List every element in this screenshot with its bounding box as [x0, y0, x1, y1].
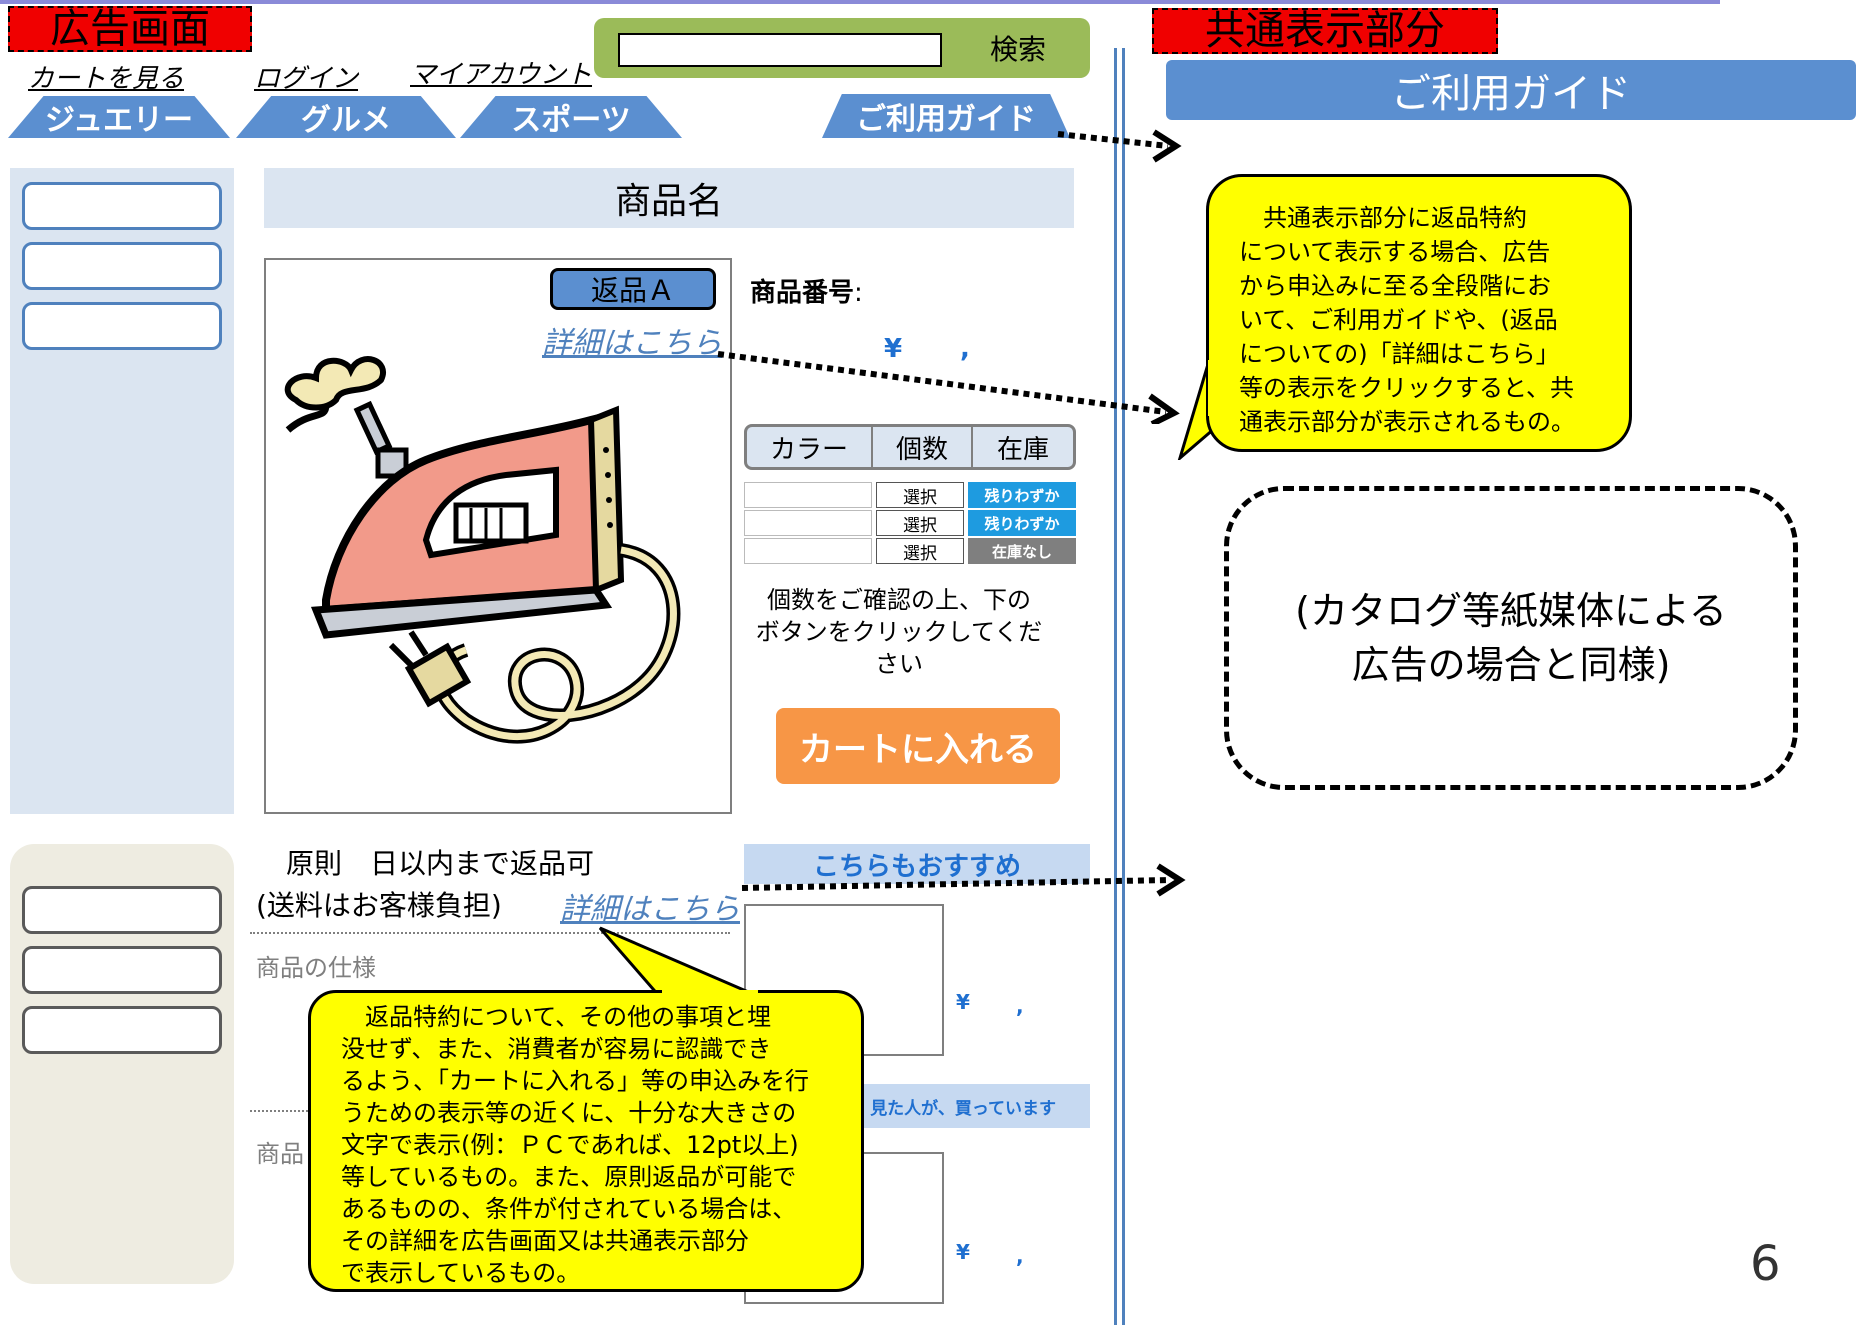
product-name-bar: 商品名 [264, 168, 1074, 228]
tab-gourmet-label: グルメ [301, 103, 391, 138]
header-stock: 在庫 [996, 434, 1049, 465]
callout-line: 等の表示をクリックすると、共 [1239, 374, 1575, 402]
return-a-label: 返品Ａ [590, 274, 675, 307]
tab-jewelry-label: ジュエリー [45, 103, 193, 138]
header-quantity: 個数 [873, 427, 973, 467]
callout-pointer-join [662, 990, 758, 996]
search-input[interactable] [618, 33, 942, 67]
also-bought-price-yen: ¥ [956, 1240, 970, 1264]
also-bought-label: 見た人が、買っています [870, 1098, 1056, 1119]
callout-pointer-join [1208, 360, 1214, 416]
option-row: 選択 在庫なし [744, 538, 1076, 564]
tab-sports[interactable]: スポーツ [460, 96, 682, 138]
product-number-colon: : [854, 278, 863, 308]
callout-line: で表示しているもの。 [341, 1259, 581, 1287]
recommend-price-yen: ¥ [956, 990, 970, 1014]
catalog-note-line: 広告の場合と同様) [1351, 643, 1671, 687]
common-display-label: 共通表示部分 [1152, 8, 1498, 54]
product-number-row: 商品番号: [750, 272, 863, 309]
header-color: カラー [747, 427, 873, 467]
arrow-return-detail [741, 863, 1186, 897]
stock-status: 残りわずか [968, 510, 1076, 536]
callout-line: 文字で表示(例：ＰＣであれば、12pt以上) [341, 1131, 799, 1159]
nav-link-login[interactable]: ログイン [254, 58, 358, 95]
product-detail-link[interactable]: 詳細はこちら [542, 318, 722, 362]
quantity-select[interactable]: 選択 [876, 510, 964, 536]
callout-line: るよう、「カートに入れる」等の申込みを行 [341, 1067, 809, 1095]
arrow-guide-tab [1057, 129, 1182, 163]
catalog-note-box: (カタログ等紙媒体による 広告の場合と同様) [1224, 486, 1798, 790]
stock-status: 残りわずか [968, 482, 1076, 508]
tab-sports-label: スポーツ [511, 103, 631, 138]
sidebar-menu-box[interactable] [22, 1006, 222, 1054]
recommend-price-comma: , [1016, 994, 1024, 1018]
callout-line: 返品特約について、その他の事項と埋 [341, 1003, 772, 1031]
color-cell [744, 482, 872, 508]
color-cell [744, 510, 872, 536]
callout-line: 等しているもの。また、原則返品が可能で [341, 1163, 797, 1191]
user-guide-header: ご利用ガイド [1166, 60, 1856, 120]
callout-line: うための表示等の近くに、十分な大きさの [341, 1099, 797, 1127]
product-name: 商品名 [614, 181, 723, 222]
sidebar-menu-box[interactable] [22, 242, 222, 290]
nav-link-my-account[interactable]: マイアカウント [410, 54, 592, 91]
return-policy-line2: (送料はお客様負担) [256, 889, 502, 922]
top-callout-text: 共通表示部分に返品特約 について表示する場合、広告 から申込みに至る全段階にお … [1239, 201, 1621, 439]
tab-user-guide-label: ご利用ガイド [856, 102, 1036, 137]
callout-line: 共通表示部分に返品特約 [1239, 204, 1527, 232]
search-button[interactable]: 検索 [990, 28, 1046, 68]
add-to-cart-button[interactable]: カートに入れる [776, 708, 1060, 784]
product-number-label: 商品番号 [750, 278, 855, 308]
tab-jewelry[interactable]: ジュエリー [8, 96, 230, 138]
confirm-instructions: 個数をご確認の上、下の ボタンをクリックしてください [744, 584, 1054, 680]
spec-label: 商品の仕様 [256, 954, 376, 982]
bottom-callout-text: 返品特約について、その他の事項と埋 没せず、また、消費者が容易に認識でき るよう… [341, 1001, 847, 1289]
return-policy-line1: 原則 日以内まで返品可 [286, 847, 595, 880]
quantity-select[interactable]: 選択 [876, 482, 964, 508]
tab-user-guide[interactable]: ご利用ガイド [822, 94, 1070, 138]
top-accent-line [0, 0, 1720, 4]
also-bought-price-comma: , [1016, 1244, 1024, 1268]
callout-line: その詳細を広告画面又は共通表示部分 [341, 1227, 749, 1255]
tab-gourmet[interactable]: グルメ [236, 96, 456, 138]
section-divider [1114, 48, 1117, 1325]
page-number: 6 [1750, 1236, 1781, 1292]
sidebar-menu-box[interactable] [22, 886, 222, 934]
callout-line: あるものの、条件が付されている場合は、 [341, 1195, 797, 1223]
callout-line: 没せず、また、消費者が容易に認識でき [341, 1035, 772, 1063]
callout-line: 通表示部分が表示されるもの。 [1239, 408, 1575, 436]
sidebar-menu-box[interactable] [22, 946, 222, 994]
option-table-header: カラー 個数 在庫 [744, 424, 1076, 470]
stock-status: 在庫なし [968, 538, 1076, 564]
option-row: 選択 残りわずか [744, 510, 1076, 536]
spec-label-2: 商品 [256, 1140, 304, 1168]
ad-screen-label: 広告画面 [8, 6, 252, 52]
add-to-cart-label: カートに入れる [799, 729, 1037, 770]
sidebar-menu-box[interactable] [22, 302, 222, 350]
top-callout: 共通表示部分に返品特約 について表示する場合、広告 から申込みに至る全段階にお … [1206, 174, 1632, 452]
callout-line: から申込みに至る全段階にお [1239, 272, 1551, 300]
confirm-line: ボタンをクリックしてください [755, 618, 1043, 678]
confirm-line: 個数をご確認の上、下の [767, 586, 1031, 614]
bottom-callout: 返品特約について、その他の事項と埋 没せず、また、消費者が容易に認識でき るよう… [308, 990, 864, 1292]
sidebar-menu-box[interactable] [22, 182, 222, 230]
color-cell [744, 538, 872, 564]
user-guide-header-label: ご利用ガイド [1391, 71, 1631, 117]
nav-link-view-cart[interactable]: カートを見る [28, 58, 184, 95]
callout-line: について表示する場合、広告 [1239, 238, 1551, 266]
return-a-badge[interactable]: 返品Ａ [550, 268, 716, 310]
section-divider [1122, 48, 1125, 1325]
quantity-select[interactable]: 選択 [876, 538, 964, 564]
callout-line: についての)「詳細はこちら」 [1239, 340, 1560, 368]
option-row: 選択 残りわずか [744, 482, 1076, 508]
callout-line: いて、ご利用ガイドや、(返品 [1239, 306, 1558, 334]
catalog-note-line: (カタログ等紙媒体による [1295, 589, 1727, 633]
arrow-product-detail [717, 351, 1180, 424]
